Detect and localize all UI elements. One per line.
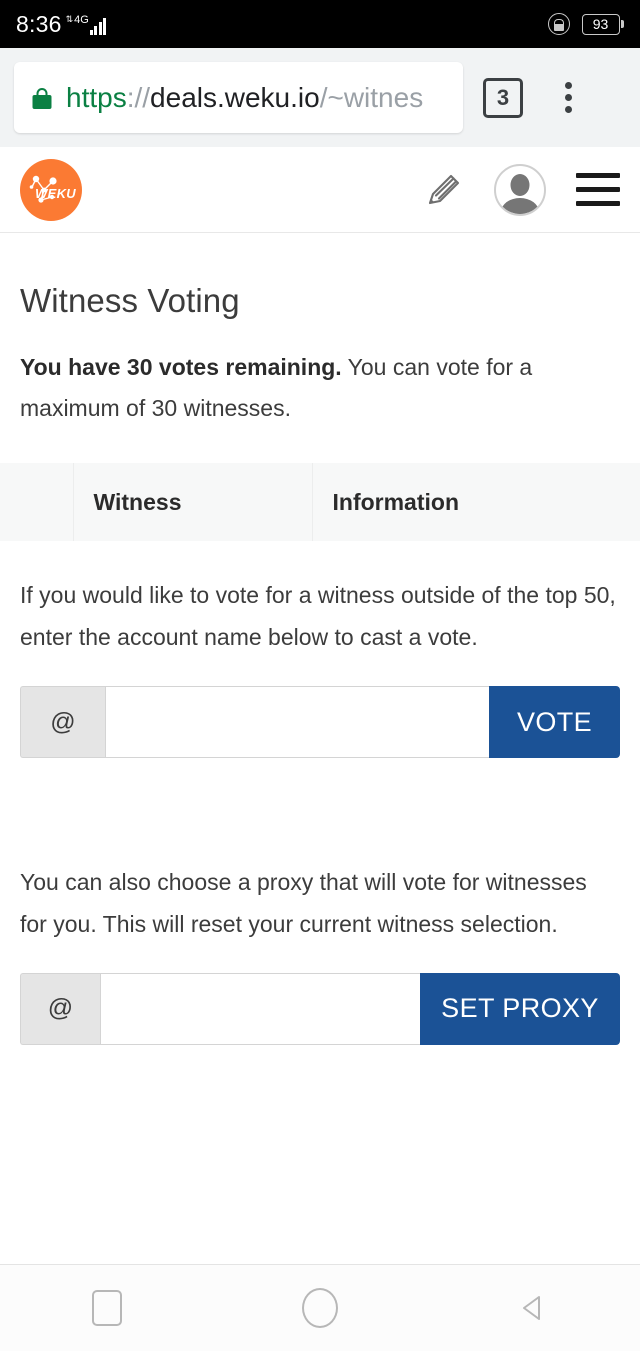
column-header-witness[interactable]: Witness (73, 463, 313, 542)
proxy-section-description: You can also choose a proxy that will vo… (20, 869, 587, 937)
rotation-lock-icon (547, 13, 570, 35)
proxy-account-input[interactable] (99, 972, 420, 1045)
url-path: /~witnes (319, 81, 424, 113)
pencil-write-icon[interactable] (424, 170, 464, 210)
vote-section-description: If you would like to vote for a witness … (20, 582, 616, 650)
header-actions (424, 163, 620, 216)
browser-toolbar: https://deals.weku.io/~witnes 3 (0, 48, 640, 147)
tab-counter-button[interactable]: 3 (483, 77, 523, 118)
page-title: Witness Voting (20, 282, 240, 319)
page-content: Witness Voting You have 30 votes remaini… (0, 233, 640, 1045)
vote-button[interactable]: VOTE (489, 686, 620, 759)
vote-account-input[interactable] (105, 686, 489, 759)
battery-indicator: 93 (581, 13, 624, 35)
android-navigation-bar (0, 1265, 640, 1351)
site-header: WEKU (0, 147, 640, 233)
network-indicator: ⇅ 4G (65, 13, 107, 36)
table-header-row: Witness Information (0, 463, 640, 542)
https-lock-icon[interactable] (32, 86, 52, 110)
square-recents-icon (91, 1290, 122, 1326)
home-button[interactable] (260, 1265, 380, 1351)
votes-remaining-text: You have 30 votes remaining. You can vot… (20, 347, 586, 430)
address-bar[interactable]: https://deals.weku.io/~witnes (14, 62, 463, 133)
hamburger-menu-icon[interactable] (576, 173, 620, 206)
tab-count-label: 3 (496, 84, 510, 110)
column-header-information[interactable]: Information (312, 463, 640, 542)
battery-percent-label: 93 (592, 16, 609, 32)
vote-input-group: @ VOTE (20, 686, 620, 759)
phone-screen: 8:36 ⇅ 4G 93 https://deals.weku.io/~witn… (0, 0, 640, 1351)
vote-at-addon: @ (20, 686, 105, 759)
witness-table-head: Witness Information (0, 463, 640, 542)
witness-table: Witness Information (0, 463, 640, 542)
weku-logo[interactable]: WEKU (20, 158, 82, 221)
set-proxy-button[interactable]: SET PROXY (419, 972, 620, 1045)
triangle-back-icon (523, 1296, 541, 1320)
url-text: https://deals.weku.io/~witnes (66, 81, 424, 113)
status-clock: 8:36 (16, 10, 62, 37)
battery-icon: 93 (581, 13, 620, 35)
votes-remaining-bold: You have 30 votes remaining. (20, 353, 342, 380)
back-button[interactable] (473, 1265, 593, 1351)
circle-home-icon (301, 1288, 338, 1328)
weku-logo-text: WEKU (35, 185, 76, 201)
status-bar-left: 8:36 ⇅ 4G (16, 10, 107, 37)
data-arrows-icon: ⇅ (65, 13, 74, 24)
network-type-text: 4G (74, 13, 89, 26)
network-type-label: ⇅ 4G (65, 13, 89, 35)
battery-cap-icon (621, 20, 624, 28)
proxy-input-group: @ SET PROXY (20, 972, 620, 1045)
status-bar-right: 93 (547, 13, 624, 35)
browser-overflow-menu-icon[interactable] (553, 78, 583, 118)
user-avatar-icon[interactable] (494, 163, 546, 216)
url-separator: :// (126, 81, 151, 113)
proxy-at-addon: @ (20, 972, 100, 1045)
column-header-rank[interactable] (0, 463, 74, 542)
android-status-bar: 8:36 ⇅ 4G 93 (0, 0, 640, 48)
url-scheme: https (66, 81, 127, 113)
recents-button[interactable] (47, 1265, 167, 1351)
signal-bars-icon (89, 17, 107, 35)
url-host: deals.weku.io (150, 81, 320, 113)
